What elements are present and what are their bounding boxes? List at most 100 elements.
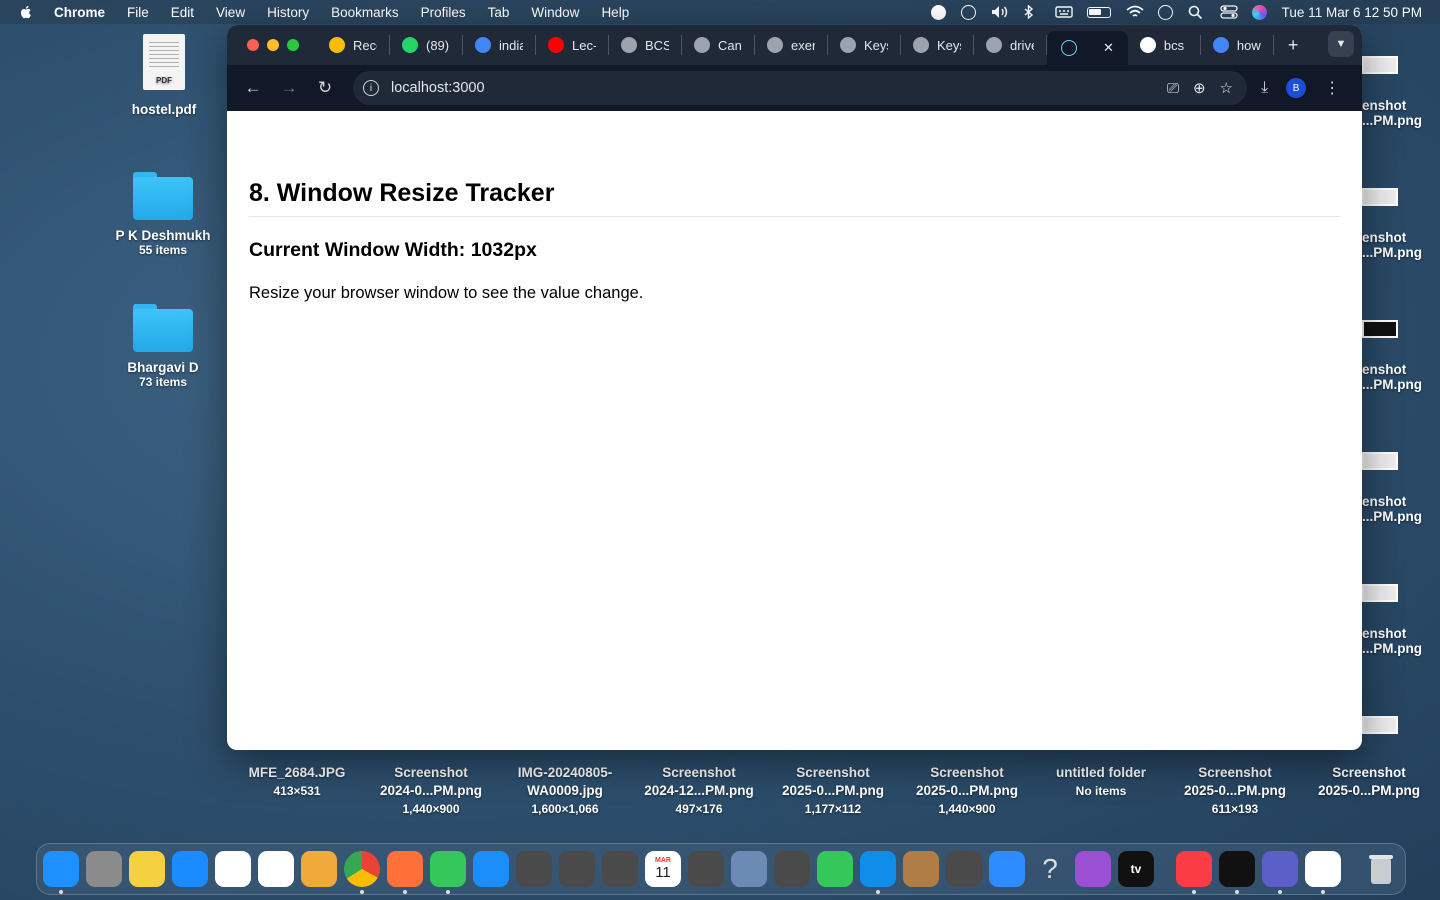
browser-tab[interactable]: how [1201,35,1274,55]
menu-file[interactable]: File [127,5,149,20]
new-tab-plus-icon[interactable]: + [1288,35,1299,56]
reload-icon[interactable]: ↻ [311,74,339,102]
browser-tab[interactable]: india [463,35,536,55]
podcasts-icon[interactable] [1075,851,1111,887]
desktop-file[interactable]: Screenshot 2024-12...PM.png 497×176 [632,764,766,818]
desktop-file[interactable]: Screenshot 2025-0...PM.png 1,177×112 [766,764,900,818]
keyboard-icon[interactable] [1054,5,1073,19]
desktop-folder-untitled[interactable]: untitled folder No items [1034,764,1168,800]
desktop-screenshot-right[interactable]: enshot ...PM.png [1362,188,1440,260]
back-arrow-icon[interactable]: ← [239,74,267,102]
desktop-screenshot-right[interactable]: enshot ...PM.png [1362,452,1440,524]
close-window-button[interactable] [247,39,259,51]
app-4-icon[interactable] [688,851,724,887]
mail-icon[interactable] [989,851,1025,887]
desktop-screenshot-right[interactable] [1362,716,1440,758]
desktop-file[interactable]: Screenshot 2024-0...PM.png 1,440×900 [364,764,498,818]
play-icon[interactable] [960,4,976,20]
volume-icon[interactable] [991,5,1008,19]
notes-icon[interactable] [129,851,165,887]
browser-tab[interactable]: Keys [828,35,901,55]
desktop-file[interactable]: Screenshot 2025-0...PM.png 611×193 [1168,764,1302,818]
vscode-icon[interactable] [1305,851,1341,894]
photos-icon[interactable] [215,851,251,887]
control-center-icon[interactable] [1220,5,1238,19]
battery-icon[interactable] [1086,6,1111,18]
desktop-file-hostel-pdf[interactable]: PDF hostel.pdf [104,34,224,117]
menu-tab[interactable]: Tab [488,5,510,20]
menu-app-name[interactable]: Chrome [54,5,105,20]
menu-window[interactable]: Window [531,5,579,20]
reminders-icon[interactable] [258,851,294,887]
firefox-icon[interactable] [387,851,423,894]
siri-icon[interactable] [1251,4,1267,20]
address-text[interactable]: localhost:3000 [391,80,485,96]
install-app-icon[interactable]: ⎚ [1167,80,1179,97]
chrome-icon[interactable] [344,851,380,894]
menu-view[interactable]: View [216,5,245,20]
site-info-icon[interactable]: i [363,80,379,96]
menu-profiles[interactable]: Profiles [421,5,466,20]
desktop-screenshot-right[interactable]: enshot ...PM.png [1362,56,1440,128]
finder-icon[interactable] [43,851,79,894]
desktop-folder-pk-deshmukh[interactable]: P K Deshmukh 55 items [103,172,223,257]
help-icon[interactable]: ? [1032,851,1068,887]
desktop-screenshot-right[interactable]: enshot ...PM.png [1362,320,1440,392]
wifi-icon[interactable] [1126,5,1144,19]
teams-icon[interactable] [1262,851,1298,894]
more-menu-icon[interactable]: ⋮ [1324,78,1340,98]
app-5-icon[interactable] [774,851,810,887]
close-tab-icon[interactable]: ✕ [1103,40,1114,56]
user-icon[interactable] [1157,4,1173,20]
address-bar[interactable]: i localhost:3000 ⎚ ⊕ ☆ [353,71,1247,105]
menu-edit[interactable]: Edit [171,5,194,20]
browser-tab[interactable]: Reco [317,35,390,55]
browser-tab[interactable]: Lec- [536,35,609,55]
preview-icon[interactable] [731,851,767,887]
facetime-icon[interactable] [817,851,853,887]
browser-tab-active[interactable]: ✕ [1047,31,1128,65]
app-6-icon[interactable] [946,851,982,887]
activity-monitor-icon[interactable] [1219,851,1255,894]
desktop-screenshot-right[interactable]: enshot ...PM.png [1362,584,1440,656]
browser-tab[interactable]: bcs [1128,35,1201,55]
apple-tv-icon[interactable]: tv [1118,851,1154,887]
launchpad-icon[interactable] [86,851,122,887]
forward-arrow-icon[interactable]: → [275,74,303,102]
menu-bookmarks[interactable]: Bookmarks [331,5,399,20]
browser-tab[interactable]: BCS [609,35,682,55]
app-1-icon[interactable] [516,851,552,887]
desktop-folder-bhargavi-d[interactable]: Bhargavi D 73 items [103,304,223,389]
messages-icon[interactable] [430,851,466,894]
music-icon[interactable] [1176,851,1212,894]
zoom-icon[interactable]: ⊕ [1193,79,1206,97]
profile-avatar[interactable]: B [1286,78,1307,98]
desktop-file[interactable]: IMG-20240805- WA0009.jpg 1,600×1,066 [498,764,632,818]
safari-icon[interactable] [172,851,208,887]
minimize-window-button[interactable] [267,39,279,51]
trash-icon[interactable] [1363,851,1399,887]
focus-icon[interactable] [930,4,946,20]
desktop-file[interactable]: MFE_2684.JPG 413×531 [230,764,364,800]
browser-tab[interactable]: drive [974,35,1047,55]
bluetooth-icon[interactable] [1023,4,1040,20]
calendar-icon[interactable]: MAR 11 [645,851,681,887]
menu-clock[interactable]: Tue 11 Mar 6 12 50 PM [1282,5,1422,20]
teamviewer-icon[interactable] [860,851,896,894]
browser-tab[interactable]: (89) [390,35,463,55]
app-3-icon[interactable] [602,851,638,887]
tab-search-chevron-icon[interactable]: ▼ [1328,31,1354,57]
browser-tab[interactable]: exer [755,35,828,55]
app-2-icon[interactable] [559,851,595,887]
browser-tab[interactable]: Keys [901,35,974,55]
menu-help[interactable]: Help [601,5,629,20]
menu-history[interactable]: History [267,5,309,20]
zoom-window-button[interactable] [287,39,299,51]
bookmark-star-icon[interactable]: ☆ [1220,79,1233,97]
pages-icon[interactable] [301,851,337,887]
contacts-icon[interactable] [903,851,939,887]
spotlight-icon[interactable] [1188,5,1205,20]
desktop-file[interactable]: Screenshot 2025-0...PM.png [1302,764,1436,800]
apple-icon[interactable] [18,4,34,20]
desktop-file[interactable]: Screenshot 2025-0...PM.png 1,440×900 [900,764,1034,818]
